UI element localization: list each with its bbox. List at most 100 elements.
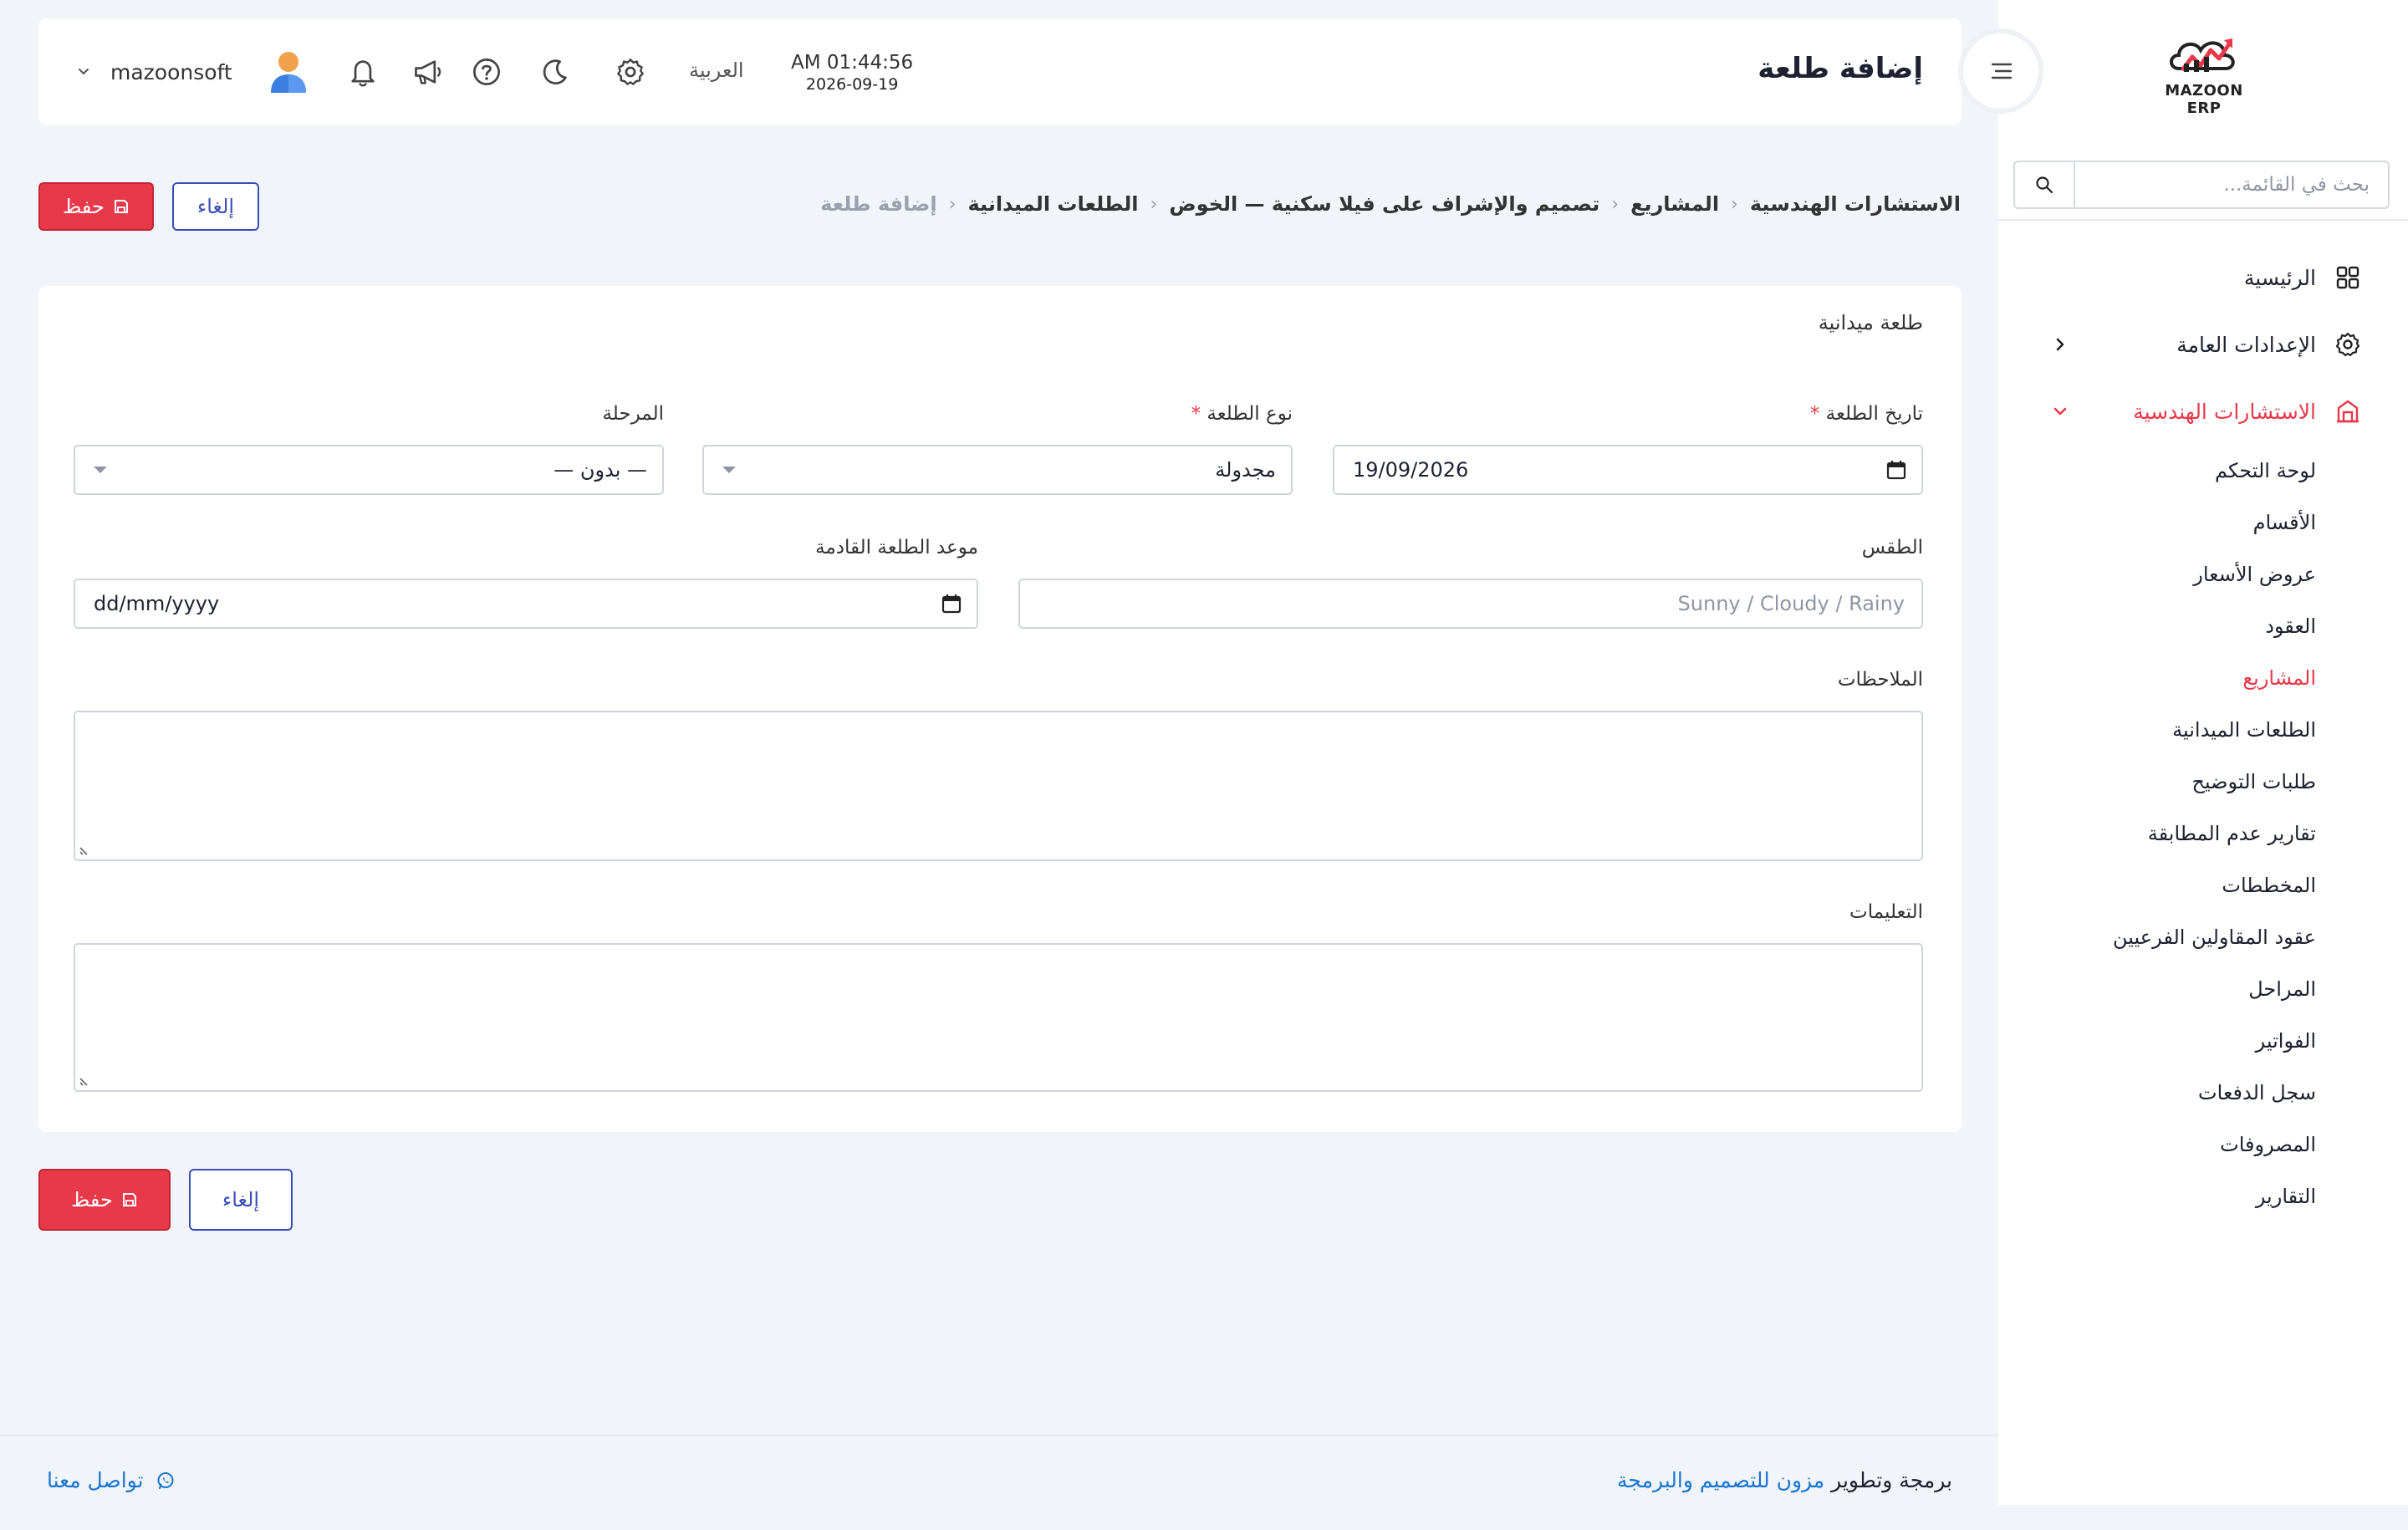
top-header: إضافة طلعة AM 01:44:56 2026-09-19 العربي… xyxy=(38,18,1962,125)
clock-date: 2026-09-19 xyxy=(805,75,899,94)
sidebar-search-button[interactable] xyxy=(2015,162,2075,207)
sidebar-subitem-site-visits[interactable]: الطلعات الميدانية xyxy=(1998,704,2316,756)
sidebar-item-label: الإعدادات العامة xyxy=(2176,332,2316,357)
sidebar-search-input[interactable] xyxy=(2075,162,2388,207)
visit-date-input[interactable]: 19/09/2026 xyxy=(1333,445,1923,495)
sidebar-subitem-drawings[interactable]: المخططات xyxy=(1998,859,2316,911)
moon-icon xyxy=(543,59,567,84)
footer-credit-link[interactable]: مزون للتصميم والبرمجة xyxy=(1617,1468,1824,1492)
sidebar-subitem-payments-log[interactable]: سجل الدفعات xyxy=(1998,1067,2316,1119)
cancel-button-label: إلغاء xyxy=(196,195,235,218)
calendar-icon xyxy=(1871,459,1921,481)
weather-label-text: الطقس xyxy=(1861,537,1923,558)
cancel-button-label: إلغاء xyxy=(222,1188,260,1211)
sidebar-subitem-quotations[interactable]: عروض الأسعار xyxy=(1998,548,2316,600)
mazoon-logo-icon xyxy=(2170,38,2235,72)
breadcrumb-separator: ‹ xyxy=(1611,193,1620,215)
breadcrumb-item[interactable]: تصميم والإشراف على فيلا سكنية — الخوض xyxy=(1169,192,1599,216)
cancel-button-bottom[interactable]: إلغاء xyxy=(189,1169,293,1231)
sidebar-subitem-contracts[interactable]: العقود xyxy=(1998,600,2316,652)
sidebar-subitem-reports[interactable]: التقارير xyxy=(1998,1170,2316,1222)
gear-icon xyxy=(2331,328,2365,361)
sidebar-subitem-projects[interactable]: المشاريع xyxy=(1998,652,2316,704)
sidebar-item-engineering-consultancy[interactable]: الاستشارات الهندسية xyxy=(1998,378,2408,445)
notes-label: الملاحظات xyxy=(1838,669,1923,691)
menu-icon xyxy=(1991,63,2013,79)
footer-credit-prefix: برمجة وتطوير xyxy=(1831,1468,1952,1492)
sidebar-item-general-settings[interactable]: الإعدادات العامة xyxy=(1998,311,2408,378)
whatsapp-icon xyxy=(156,1471,176,1491)
breadcrumb-separator: ‹ xyxy=(1731,193,1738,215)
bell-icon xyxy=(351,60,375,87)
username: mazoonsoft xyxy=(110,59,232,84)
weather-label: الطقس xyxy=(1862,537,1923,558)
help-circle-icon xyxy=(473,59,500,85)
dark-mode-toggle[interactable] xyxy=(537,54,574,90)
sidebar-subitem-phases[interactable]: المراحل xyxy=(1998,963,2316,1015)
visit-type-label-text: نوع الطلعة xyxy=(1207,403,1293,425)
sidebar-subnav: لوحة التحكم الأقسام عروض الأسعار العقود … xyxy=(1998,445,2408,1222)
visit-type-select[interactable]: مجدولة xyxy=(702,445,1293,495)
card-title: طلعة ميدانية xyxy=(1818,311,1923,334)
user-menu[interactable]: mazoonsoft xyxy=(77,50,309,94)
save-button-top[interactable]: حفظ xyxy=(38,182,154,231)
app-logo[interactable]: MAZOON ERP xyxy=(2152,32,2256,117)
sidebar-subitem-invoices[interactable]: الفواتير xyxy=(1998,1015,2316,1067)
caret-down-icon xyxy=(75,465,125,475)
sidebar-subitem-departments[interactable]: الأقسام xyxy=(1998,497,2316,548)
chevron-down-icon xyxy=(79,69,89,74)
logo-text: MAZOON ERP xyxy=(2165,82,2243,117)
site-visit-form-card: طلعة ميدانية تاريخ الطلعة * 19/09/2026 ن… xyxy=(38,286,1962,1132)
footer-divider xyxy=(0,1435,1998,1436)
visit-date-label-text: تاريخ الطلعة xyxy=(1825,403,1923,425)
avatar xyxy=(270,52,306,93)
sidebar-subitem-dashboard[interactable]: لوحة التحكم xyxy=(1998,445,2316,497)
instructions-label: التعليمات xyxy=(1849,901,1923,923)
sidebar: MAZOON ERP الرئيسية الإعدادات العامة xyxy=(1998,0,2408,1505)
resize-grip-icon[interactable] xyxy=(79,1074,92,1087)
next-visit-date-input[interactable]: dd/mm/yyyy xyxy=(74,579,978,629)
phase-value: — بدون — xyxy=(554,458,647,482)
sidebar-divider xyxy=(1998,219,2408,221)
sidebar-item-home[interactable]: الرئيسية xyxy=(1998,244,2408,311)
sidebar-subitem-expenses[interactable]: المصروفات xyxy=(1998,1119,2316,1170)
weather-input[interactable]: Sunny / Cloudy / Rainy xyxy=(1018,579,1923,629)
notes-label-text: الملاحظات xyxy=(1837,669,1923,691)
breadcrumb-separator: ‹ xyxy=(948,193,957,215)
header-clock: AM 01:44:56 2026-09-19 xyxy=(791,52,913,94)
help-button[interactable] xyxy=(468,54,505,90)
sidebar-subitem-subcontracts[interactable]: عقود المقاولين الفرعيين xyxy=(1998,911,2316,963)
calendar-icon xyxy=(926,593,977,615)
notifications-button[interactable] xyxy=(344,54,381,90)
breadcrumb-separator: ‹ xyxy=(1150,193,1158,215)
dashboard-grid-icon xyxy=(2331,261,2365,294)
sidebar-nav: الرئيسية الإعدادات العامة الاستشارات اله… xyxy=(1998,244,2408,1222)
notes-textarea[interactable] xyxy=(74,711,1923,861)
search-icon xyxy=(2036,176,2053,194)
contact-us-link[interactable]: تواصل معنا xyxy=(47,1468,176,1492)
clock-time: AM 01:44:56 xyxy=(791,52,914,74)
breadcrumb: الاستشارات الهندسية ‹ المشاريع ‹ تصميم و… xyxy=(820,192,1961,216)
required-mark: * xyxy=(1809,403,1820,425)
breadcrumb-item[interactable]: المشاريع xyxy=(1630,192,1719,216)
cancel-button-top[interactable]: إلغاء xyxy=(172,182,259,231)
breadcrumb-item[interactable]: الاستشارات الهندسية xyxy=(1750,192,1961,216)
weather-placeholder: Sunny / Cloudy / Rainy xyxy=(1677,592,1905,615)
sidebar-toggle-button[interactable] xyxy=(1963,33,2038,109)
announcements-button[interactable] xyxy=(410,54,446,90)
breadcrumb-current: إضافة طلعة xyxy=(820,192,937,216)
instructions-textarea[interactable] xyxy=(74,943,1923,1092)
next-visit-label: موعد الطلعة القادمة xyxy=(815,537,978,558)
breadcrumb-item[interactable]: الطلعات الميدانية xyxy=(967,192,1138,216)
caret-down-icon xyxy=(704,465,754,475)
next-visit-label-text: موعد الطلعة القادمة xyxy=(815,537,978,558)
language-switcher[interactable]: العربية xyxy=(689,59,744,82)
sidebar-subitem-rfis[interactable]: طلبات التوضيح xyxy=(1998,756,2316,808)
footer-credit: برمجة وتطوير مزون للتصميم والبرمجة xyxy=(1613,1468,1952,1492)
save-button-bottom[interactable]: حفظ xyxy=(38,1169,171,1231)
sidebar-subitem-ncr-reports[interactable]: تقارير عدم المطابقة xyxy=(1998,808,2316,859)
phase-select[interactable]: — بدون — xyxy=(74,445,664,495)
settings-button[interactable] xyxy=(612,54,649,90)
resize-grip-icon[interactable] xyxy=(79,843,92,856)
visit-date-value: 19/09/2026 xyxy=(1353,458,1469,482)
